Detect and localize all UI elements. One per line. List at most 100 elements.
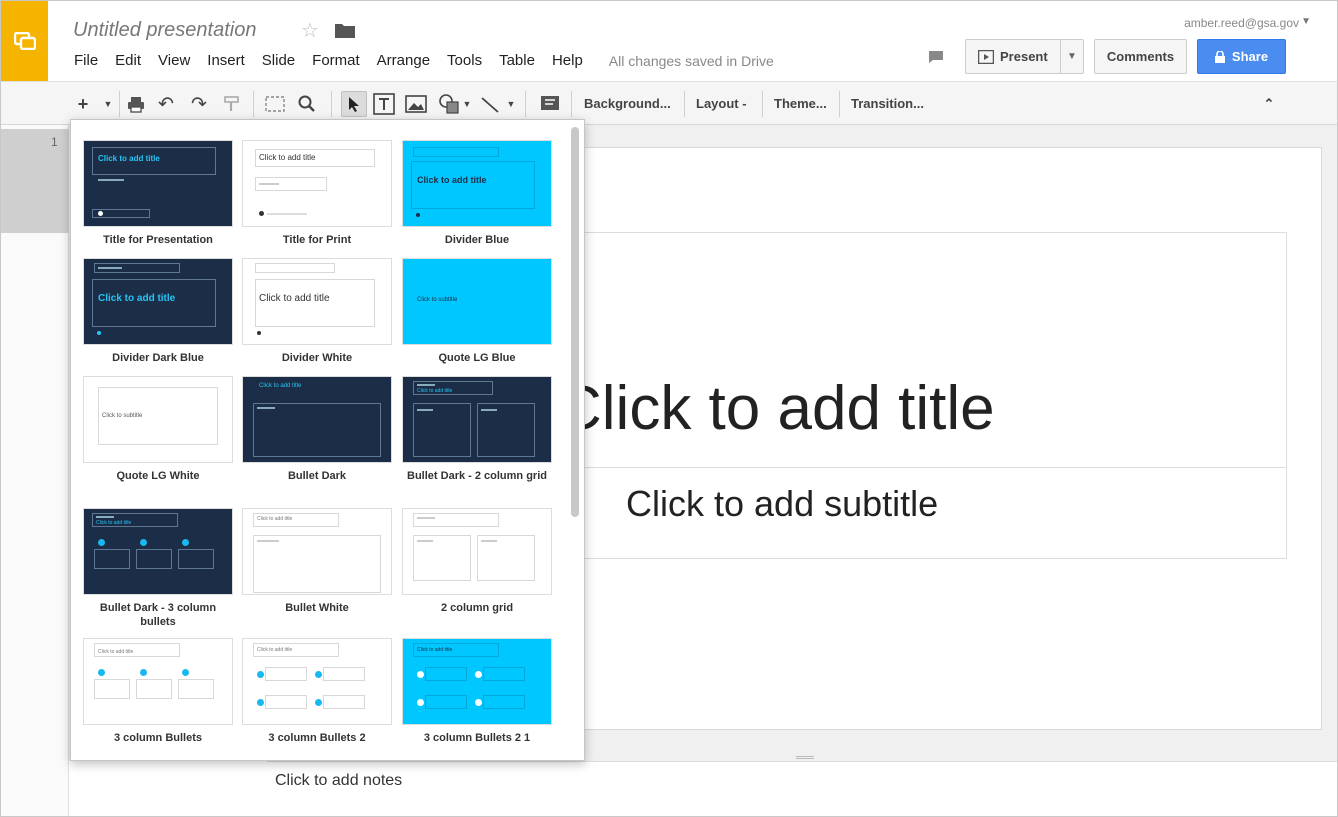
layout-thumbnail: Click to subtitle [402, 258, 552, 345]
notes-placeholder[interactable]: Click to add notes [275, 772, 402, 790]
layout-thumbnail: Click to add title [83, 508, 233, 595]
layout-quote-lg-white[interactable]: Click to subtitle Quote LG White [83, 376, 233, 483]
new-slide-icon[interactable]: + [73, 92, 93, 116]
menu-help[interactable]: Help [552, 52, 583, 69]
line-icon[interactable] [479, 92, 501, 116]
share-label: Share [1231, 49, 1269, 64]
folder-icon[interactable] [335, 23, 355, 38]
collapse-icon[interactable]: ⌃ [1261, 92, 1277, 116]
layout-thumbnail: Click to add title [83, 140, 233, 227]
menu-bar: File Edit View Insert Slide Format Arran… [74, 52, 774, 69]
star-icon[interactable]: ☆ [301, 18, 319, 43]
menu-view[interactable]: View [158, 52, 190, 69]
menu-table[interactable]: Table [499, 52, 535, 69]
layout-name: Divider Dark Blue [112, 352, 204, 364]
fit-icon[interactable] [263, 92, 287, 116]
layout-name: 3 column Bullets 2 1 [423, 732, 531, 744]
document-title[interactable]: Untitled presentation [73, 19, 256, 42]
layout-3-column-bullets-2-1[interactable]: Click to add title 3 column Bullets 2 1 [402, 638, 552, 745]
redo-icon[interactable]: ↷ [189, 92, 209, 116]
layout-thumbnail: Click to add title [242, 376, 392, 463]
layout-3-column-bullets[interactable]: Click to add title 3 column Bullets [83, 638, 233, 745]
present-button[interactable]: Present ▼ [965, 39, 1084, 74]
comments-button[interactable]: Comments [1094, 39, 1187, 74]
present-main[interactable]: Present [966, 40, 1061, 73]
layout-bullet-dark[interactable]: Click to add title Bullet Dark [242, 376, 392, 483]
title-placeholder[interactable]: Click to add title [557, 373, 995, 444]
app-header: Untitled presentation ☆ File Edit View I… [1, 1, 1337, 81]
save-status: All changes saved in Drive [608, 52, 774, 69]
layout-bullet-dark-3-column-bullets[interactable]: Click to add title Bullet Dark - 3 colum… [83, 508, 233, 629]
chat-icon[interactable] [928, 50, 944, 64]
layout-thumbnail: Click to subtitle [83, 376, 233, 463]
share-button[interactable]: Share [1197, 39, 1286, 74]
layout-thumbnail: Click to add title [402, 638, 552, 725]
layout-name: 3 column Bullets [113, 732, 203, 744]
layout-2-column-grid[interactable]: 2 column grid [402, 508, 552, 615]
account-email[interactable]: amber.reed@gsa.gov [1184, 16, 1299, 30]
layout-name: 2 column grid [440, 602, 514, 614]
transition-button[interactable]: Transition... [851, 96, 924, 111]
text-box-icon[interactable] [372, 92, 396, 116]
layout-name: Divider Blue [444, 234, 510, 246]
lock-icon [1214, 50, 1225, 63]
present-icon [978, 49, 994, 64]
slide-filmstrip: 1 [1, 125, 69, 816]
notes-resize-handle[interactable] [796, 756, 814, 759]
menu-edit[interactable]: Edit [115, 52, 141, 69]
layout-thumbnail: Click to add title [242, 140, 392, 227]
layout-name: Quote LG Blue [438, 352, 516, 364]
menu-slide[interactable]: Slide [262, 52, 295, 69]
layout-name: Title for Presentation [103, 234, 213, 246]
new-slide-dropdown-icon[interactable]: ▼ [101, 92, 115, 116]
layout-bullet-white[interactable]: Click to add title Bullet White [242, 508, 392, 615]
paint-format-icon[interactable] [223, 92, 241, 116]
layout-3-column-bullets-2[interactable]: Click to add title 3 column Bullets 2 [242, 638, 392, 745]
layout-name: Bullet Dark - 3 column bullets [99, 602, 217, 628]
shape-dropdown-icon[interactable]: ▼ [461, 92, 473, 116]
layout-divider-dark-blue[interactable]: Click to add title Divider Dark Blue [83, 258, 233, 365]
account-caret-icon[interactable]: ▼ [1301, 16, 1311, 27]
layout-thumbnail: Click to add title [402, 140, 552, 227]
layout-bullet-dark-2-column-grid[interactable]: Click to add title Bullet Dark - 2 colum… [402, 376, 552, 483]
layout-button[interactable]: Layout - [696, 96, 747, 111]
new-slide-layout-menu: Click to add title Title for Presentatio… [70, 119, 585, 761]
subtitle-placeholder[interactable]: Click to add subtitle [626, 483, 938, 525]
layout-menu-scrollbar[interactable] [571, 127, 579, 517]
layout-divider-blue[interactable]: Click to add title Divider Blue [402, 140, 552, 247]
layout-title-for-print[interactable]: Click to add title Title for Print [242, 140, 392, 247]
menu-arrange[interactable]: Arrange [377, 52, 430, 69]
slides-logo-icon[interactable] [1, 1, 48, 81]
slide-thumbnail-1[interactable] [1, 129, 69, 233]
line-dropdown-icon[interactable]: ▼ [505, 92, 517, 116]
layout-name: Divider White [281, 352, 353, 364]
layout-name: Title for Print [282, 234, 352, 246]
layout-thumbnail: Click to add title [242, 258, 392, 345]
comment-icon[interactable] [539, 92, 561, 116]
layout-thumbnail [402, 508, 552, 595]
select-arrow-icon[interactable] [341, 91, 367, 117]
layout-divider-white[interactable]: Click to add title Divider White [242, 258, 392, 365]
undo-icon[interactable]: ↶ [156, 92, 176, 116]
print-icon[interactable] [126, 92, 146, 116]
background-button[interactable]: Background... [584, 96, 671, 111]
menu-tools[interactable]: Tools [447, 52, 482, 69]
menu-insert[interactable]: Insert [207, 52, 245, 69]
image-icon[interactable] [405, 92, 427, 116]
layout-name: Bullet Dark [287, 470, 347, 482]
menu-file[interactable]: File [74, 52, 98, 69]
layout-name: Bullet White [285, 602, 349, 614]
menu-format[interactable]: Format [312, 52, 360, 69]
layout-thumbnail: Click to add title [242, 508, 392, 595]
speaker-notes[interactable]: Click to add notes [267, 761, 1337, 816]
present-dropdown-icon[interactable]: ▼ [1061, 51, 1083, 62]
layout-thumbnail: Click to add title [242, 638, 392, 725]
layout-title-for-presentation[interactable]: Click to add title Title for Presentatio… [83, 140, 233, 247]
slide-number: 1 [51, 135, 58, 149]
theme-button[interactable]: Theme... [774, 96, 827, 111]
layout-thumbnail: Click to add title [83, 638, 233, 725]
present-label: Present [1000, 49, 1048, 64]
zoom-icon[interactable] [297, 92, 317, 116]
layout-quote-lg-blue[interactable]: Click to subtitle Quote LG Blue [402, 258, 552, 365]
shape-icon[interactable] [437, 92, 461, 116]
